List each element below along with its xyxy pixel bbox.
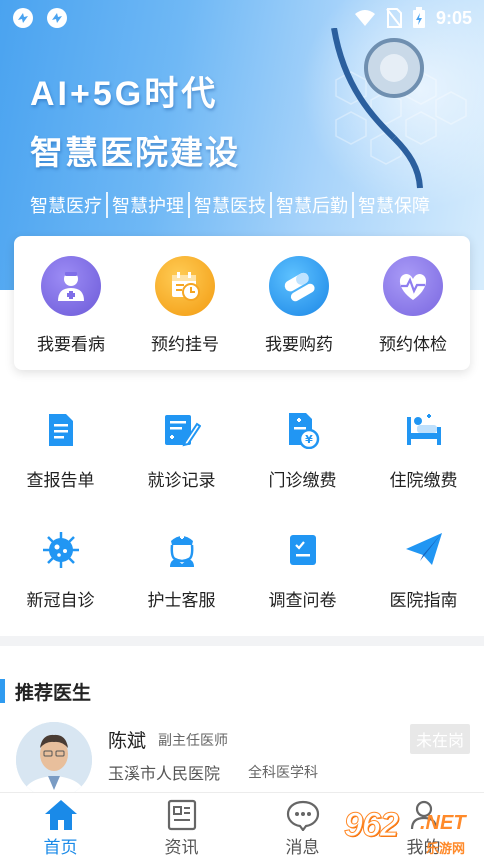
quick-action-checkup[interactable]: 预约体检 [363,256,463,370]
banner-tags: 智慧医疗 智慧护理 智慧医技 智慧后勤 智慧保障 [30,192,434,218]
survey-icon [283,530,323,570]
service-label: 调查问卷 [268,591,337,611]
tab-label: 资讯 [164,838,199,858]
banner-tag: 智慧医技 [188,192,270,218]
virus-icon [41,530,81,570]
quick-actions-card: 我要看病 预约挂号 我要购药 预约体检 [14,236,470,370]
quick-action-label: 预约体检 [379,335,447,355]
banner-title: AI+5G时代 [30,75,219,113]
status-badge: 未在岗 [409,724,470,754]
service-report[interactable]: 查报告单 [0,410,121,530]
calendar-clock-icon [155,256,215,316]
message-icon [286,800,319,831]
recommend-title: 推荐医生 [15,681,92,704]
service-hospital-guide[interactable]: 医院指南 [363,530,484,650]
services-grid: 查报告单 就诊记录 ¥ 门诊缴费 住院缴费 新冠自诊 护士客服 调查问卷 医院指… [0,410,484,650]
quick-action-see-doctor[interactable]: 我要看病 [21,256,121,370]
watermark-logo: 962 .NET 乐游网 [344,806,480,858]
service-label: 护士客服 [147,591,216,611]
hospital-bed-icon [404,410,444,450]
app-notification-icon [47,8,67,28]
quick-action-label: 我要购药 [265,335,333,355]
news-icon [167,799,196,831]
service-label: 就诊记录 [147,471,216,491]
service-label: 新冠自诊 [26,591,95,611]
doctor-name: 陈斌 [108,730,147,752]
quick-action-label: 我要看病 [37,335,105,355]
clock: 9:05 [435,7,472,28]
wifi-icon [354,10,375,26]
service-label: 门诊缴费 [268,471,337,491]
service-nurse-support[interactable]: 护士客服 [121,530,242,650]
nurse-icon [162,530,202,570]
recommend-section-title: 推荐医生 [0,676,91,706]
quick-action-label: 预约挂号 [151,335,219,355]
service-visit-record[interactable]: 就诊记录 [121,410,242,530]
pill-icon [269,256,329,316]
service-label: 住院缴费 [389,471,458,491]
doctor-department: 全科医学科 [248,765,318,781]
service-inpatient-payment[interactable]: 住院缴费 [363,410,484,530]
doctor-icon [41,256,101,316]
app-notification-icon [13,8,33,28]
paper-plane-icon [404,530,444,570]
tab-news[interactable]: 资讯 [121,793,242,860]
banner-tag: 智慧后勤 [270,192,352,218]
watermark-name: 乐游网 [426,842,466,857]
battery-charging-icon [412,7,425,28]
heart-pulse-icon [383,256,443,316]
status-bar: 9:05 [0,0,484,36]
stethoscope-icon [331,28,424,189]
quick-action-buy-medicine[interactable]: 我要购药 [249,256,349,370]
service-covid-self-check[interactable]: 新冠自诊 [0,530,121,650]
doctor-title: 副主任医师 [158,733,228,749]
home-icon [44,800,77,830]
doctor-card[interactable]: 陈斌 副主任医师 玉溪市人民医院 全科医学科 未在岗 [16,722,472,802]
watermark-suffix: .NET [420,812,466,834]
tab-label: 消息 [285,838,320,858]
avatar [16,722,92,798]
service-label: 查报告单 [26,471,95,491]
section-divider [0,636,484,646]
service-outpatient-payment[interactable]: ¥ 门诊缴费 [242,410,363,530]
banner-tag: 智慧护理 [106,192,188,218]
title-accent-bar [0,679,5,703]
no-sim-icon [386,8,402,28]
watermark-number: 962 [344,806,400,845]
outpatient-payment-icon: ¥ [283,410,323,450]
tab-home[interactable]: 首页 [0,793,121,860]
report-icon [41,410,81,450]
service-survey[interactable]: 调查问卷 [242,530,363,650]
svg-text:¥: ¥ [305,433,313,446]
doctor-hospital: 玉溪市人民医院 [108,764,221,783]
service-label: 医院指南 [389,591,458,611]
quick-action-appointment[interactable]: 预约挂号 [135,256,235,370]
tab-label: 首页 [43,838,78,858]
banner-subtitle: 智慧医院建设 [30,133,240,172]
banner-tag: 智慧医疗 [30,196,102,217]
record-icon [162,410,202,450]
banner-tag: 智慧保障 [352,192,434,218]
